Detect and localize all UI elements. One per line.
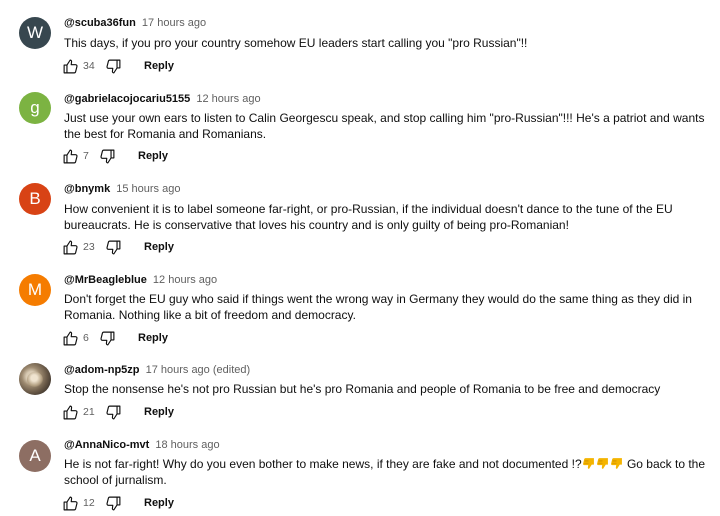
reply-button[interactable]: Reply (144, 60, 174, 72)
thumbs-up-icon[interactable] (62, 404, 79, 421)
like-count: 21 (83, 406, 95, 418)
reply-button[interactable]: Reply (144, 497, 174, 509)
thumbs-up-icon[interactable] (62, 148, 79, 165)
thumbs-down-icon[interactable] (99, 330, 116, 347)
comment-text-part: He is not far-right! Why do you even bot… (64, 457, 582, 471)
avatar[interactable]: g (19, 92, 51, 124)
comment-header: @gabrielacojocariu5155 12 hours ago (64, 92, 261, 106)
author-handle[interactable]: @MrBeagleblue (64, 274, 147, 286)
like-count: 12 (83, 497, 95, 509)
comment-text: He is not far-right! Why do you even bot… (64, 456, 714, 488)
reply-button[interactable]: Reply (138, 150, 168, 162)
reply-button[interactable]: Reply (144, 241, 174, 253)
comment-header: @MrBeagleblue 12 hours ago (64, 273, 217, 287)
timestamp[interactable]: 15 hours ago (116, 183, 180, 195)
like-count: 23 (83, 241, 95, 253)
timestamp[interactable]: 12 hours ago (196, 93, 260, 105)
timestamp[interactable]: 17 hours ago (edited) (146, 364, 251, 376)
comment-header: @adom-np5zp 17 hours ago (edited) (64, 363, 250, 377)
avatar[interactable] (19, 363, 51, 395)
avatar[interactable]: M (19, 274, 51, 306)
avatar[interactable]: W (19, 17, 51, 49)
author-handle[interactable]: @gabrielacojocariu5155 (64, 93, 190, 105)
avatar[interactable]: B (19, 183, 51, 215)
thumbs-down-icon[interactable] (105, 404, 122, 421)
timestamp[interactable]: 17 hours ago (142, 17, 206, 29)
thumbs-up-icon[interactable] (62, 330, 79, 347)
thumbs-up-icon[interactable] (62, 58, 79, 75)
comment-header: @AnnaNico-mvt 18 hours ago (64, 438, 220, 452)
comment-actions: 6 Reply (62, 329, 168, 347)
thumbs-down-icon[interactable] (105, 495, 122, 512)
reply-button[interactable]: Reply (144, 406, 174, 418)
reply-button[interactable]: Reply (138, 332, 168, 344)
like-count: 7 (83, 150, 89, 162)
thumbs-down-emoji-icon (582, 457, 595, 470)
thumbs-up-icon[interactable] (62, 239, 79, 256)
thumbs-down-emoji-icon (610, 457, 623, 470)
comment-actions: 7 Reply (62, 147, 168, 165)
author-handle[interactable]: @scuba36fun (64, 17, 136, 29)
comment-header: @scuba36fun 17 hours ago (64, 16, 206, 30)
author-handle[interactable]: @adom-np5zp (64, 364, 140, 376)
thumbs-down-icon[interactable] (105, 58, 122, 75)
comment-actions: 23 Reply (62, 238, 174, 256)
comment-actions: 34 Reply (62, 57, 174, 75)
comment-actions: 21 Reply (62, 403, 174, 421)
thumbs-down-emoji-icon (596, 457, 609, 470)
thumbs-down-icon[interactable] (105, 239, 122, 256)
timestamp[interactable]: 18 hours ago (155, 439, 219, 451)
comment-text: Stop the nonsense he's not pro Russian b… (64, 382, 661, 396)
thumbs-up-icon[interactable] (62, 495, 79, 512)
comment-text: Just use your own ears to listen to Cali… (64, 111, 705, 141)
avatar[interactable]: A (19, 440, 51, 472)
timestamp[interactable]: 12 hours ago (153, 274, 217, 286)
like-count: 6 (83, 332, 89, 344)
comment-text: How convenient it is to label someone fa… (64, 202, 673, 232)
comment-text: Don't forget the EU guy who said if thin… (64, 292, 692, 322)
author-handle[interactable]: @bnymk (64, 183, 110, 195)
author-handle[interactable]: @AnnaNico-mvt (64, 439, 149, 451)
comment-header: @bnymk 15 hours ago (64, 182, 180, 196)
thumbs-down-icon[interactable] (99, 148, 116, 165)
comment-actions: 12 Reply (62, 494, 174, 512)
like-count: 34 (83, 60, 95, 72)
comment-text: This days, if you pro your country someh… (64, 36, 528, 50)
